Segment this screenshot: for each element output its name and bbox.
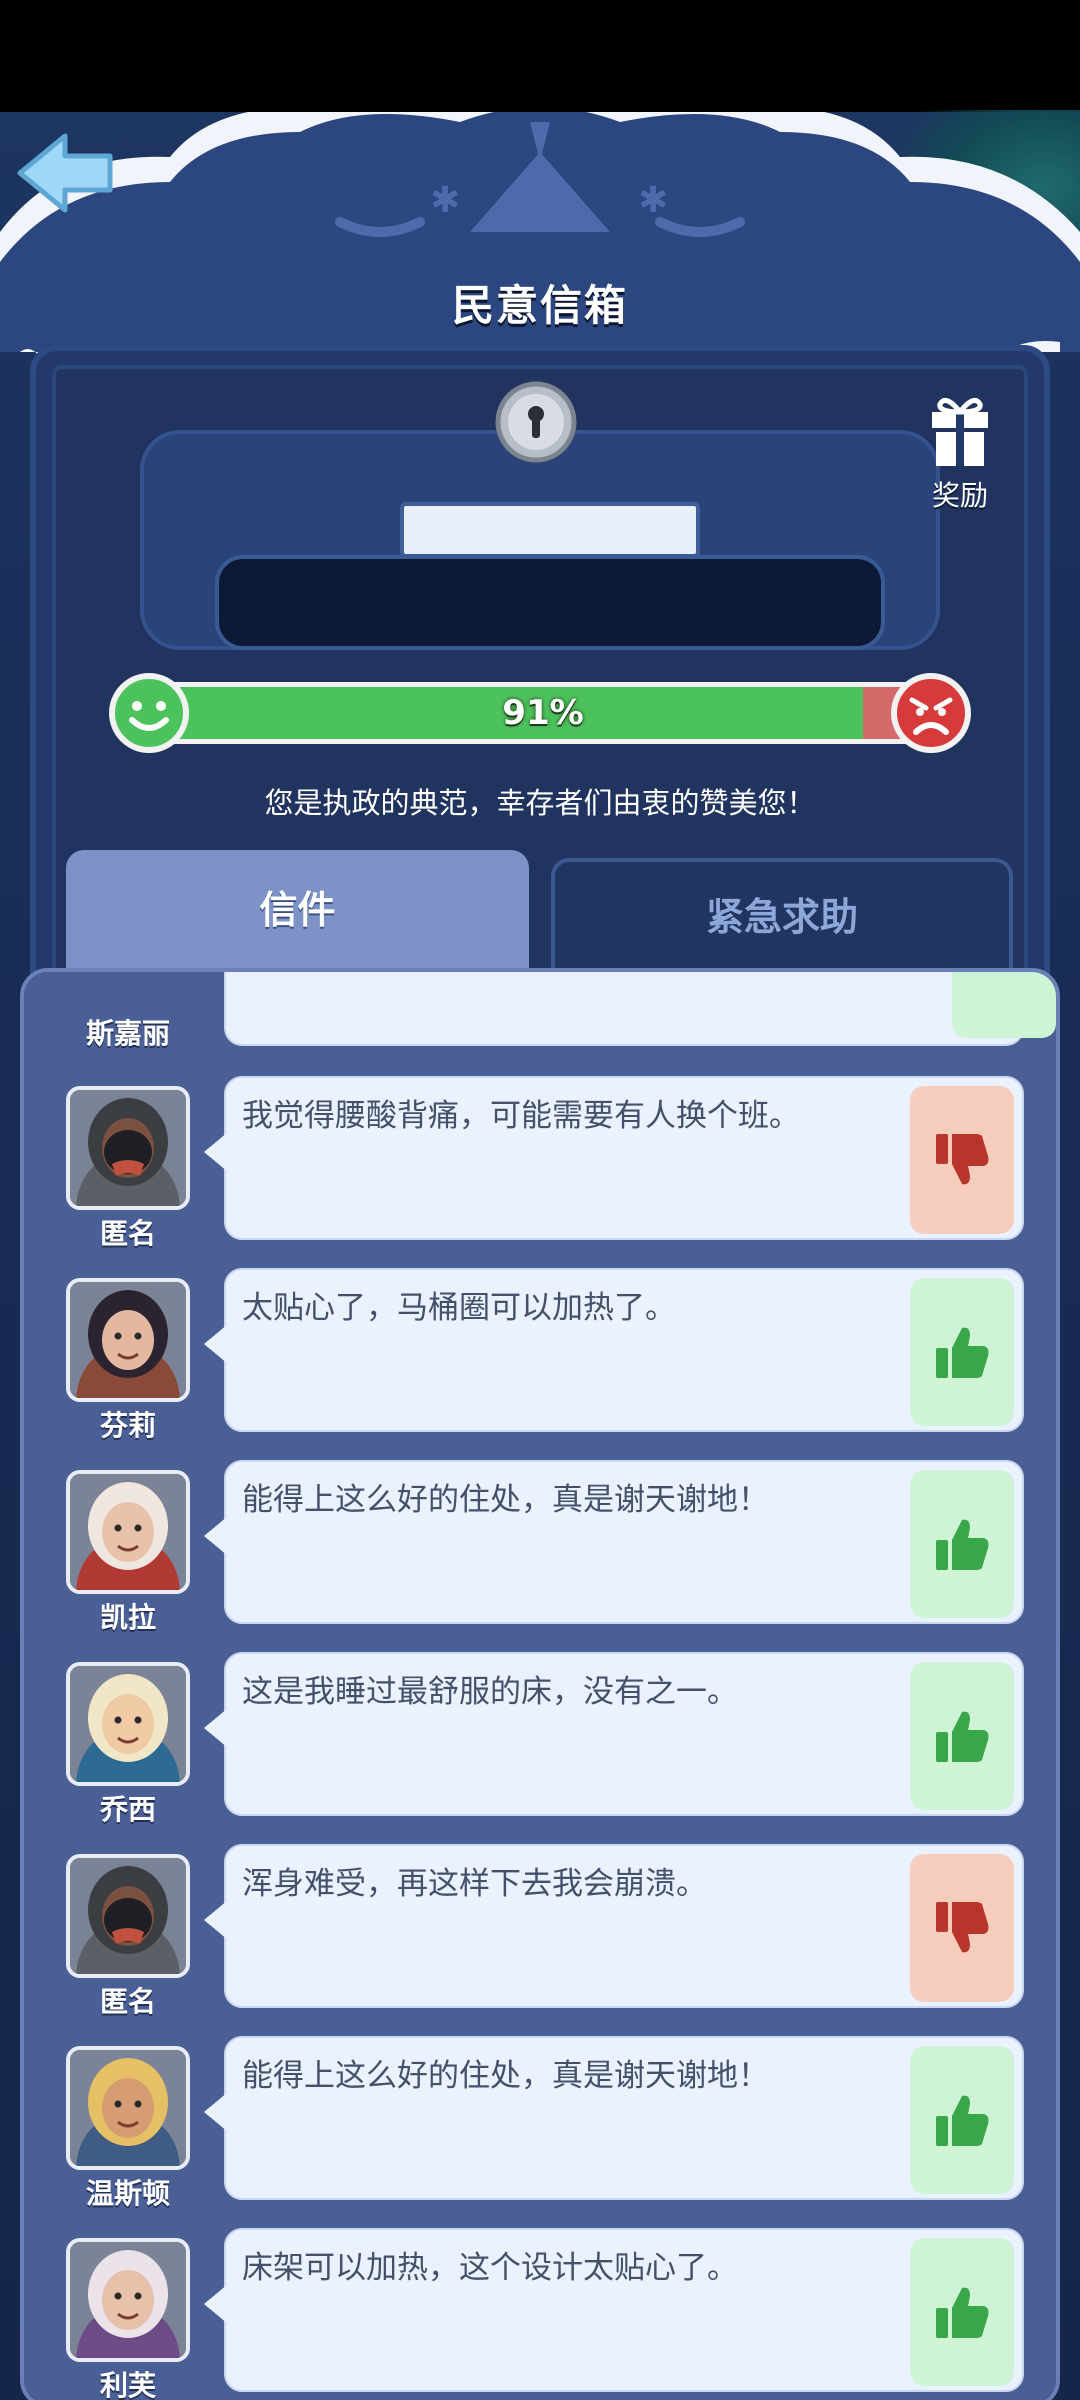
sender-name: 乔西 — [99, 1793, 156, 1826]
avatar — [66, 2238, 190, 2362]
message-text: 床架可以加热，这个设计太贴心了。 — [242, 2250, 738, 2286]
sender-name: 匿名 — [99, 1985, 156, 2018]
thumbs-down-button[interactable] — [910, 1854, 1014, 2002]
status-bar — [0, 0, 1080, 112]
message-bubble: 太贴心了，马桶圈可以加热了。 — [204, 1268, 1024, 1432]
message-text: 我觉得腰酸背痛，可能需要有人换个班。 — [242, 1098, 800, 1134]
reward-label: 奖励 — [931, 479, 988, 512]
thumbs-up-button[interactable] — [910, 2046, 1014, 2194]
sender-name: 芬莉 — [99, 1409, 156, 1442]
avatar — [66, 1854, 190, 1978]
list-item: 温斯顿 能得上这么好的住处，真是谢天谢地！ — [24, 2036, 1056, 2210]
message-bubble — [224, 972, 1024, 1046]
list-item: 乔西 这是我睡过最舒服的床，没有之一。 — [24, 1652, 1056, 1826]
letters-list[interactable]: 斯嘉丽 匿名 我觉得腰酸背痛，可能需要有人换个班。芬莉 太贴心了，马桶圈可以加热了。… — [20, 968, 1060, 2400]
back-button[interactable] — [10, 128, 120, 218]
bubble-tail — [204, 1708, 228, 1748]
approval-percent: 91% — [502, 693, 584, 733]
thumbs-up-icon — [936, 2095, 989, 2146]
avatar — [66, 1086, 190, 1210]
letter-slot — [215, 555, 885, 650]
message-text: 能得上这么好的住处，真是谢天谢地！ — [242, 1482, 769, 1518]
message-bubble: 这是我睡过最舒服的床，没有之一。 — [204, 1652, 1024, 1816]
bubble-tail — [204, 1324, 228, 1364]
happy-face-icon — [109, 673, 189, 753]
list-item: 利芙 床架可以加热，这个设计太贴心了。 — [24, 2228, 1056, 2400]
sender-name: 凯拉 — [99, 1601, 156, 1634]
thumbs-up-button[interactable] — [910, 1662, 1014, 1810]
slot-nameplate — [400, 502, 700, 558]
avatar — [66, 1278, 190, 1402]
keyhole-lock-icon — [495, 381, 577, 463]
approval-caption: 您是执政的典范，幸存者们由衷的赞美您！ — [264, 786, 816, 820]
list-item: 匿名 我觉得腰酸背痛，可能需要有人换个班。 — [24, 1076, 1056, 1250]
thumbs-up-icon — [936, 1327, 989, 1378]
bubble-tail — [204, 1516, 228, 1556]
message-text: 这是我睡过最舒服的床，没有之一。 — [242, 1674, 738, 1710]
bubble-tail — [204, 1132, 228, 1172]
svg-text:✱: ✱ — [430, 180, 460, 221]
list-item: 匿名 浑身难受，再这样下去我会崩溃。 — [24, 1844, 1056, 2018]
reward-button[interactable]: 奖励 — [910, 390, 1010, 512]
sender-name: 斯嘉丽 — [85, 1017, 170, 1050]
message-bubble: 能得上这么好的住处，真是谢天谢地！ — [204, 2036, 1024, 2200]
sender-name: 匿名 — [99, 1217, 156, 1250]
thumbs-up-icon — [936, 2287, 989, 2338]
list-item: 凯拉 能得上这么好的住处，真是谢天谢地！ — [24, 1460, 1056, 1634]
message-bubble: 床架可以加热，这个设计太贴心了。 — [204, 2228, 1024, 2392]
thumbs-down-icon — [936, 1134, 989, 1185]
thumbs-up-icon — [936, 1519, 989, 1570]
approval-track: 91% — [148, 682, 938, 744]
back-arrow-icon — [17, 133, 113, 213]
angry-face-icon — [891, 673, 971, 753]
thumbs-up-button[interactable] — [910, 1278, 1014, 1426]
message-bubble: 能得上这么好的住处，真是谢天谢地！ — [204, 1460, 1024, 1624]
tab-letters[interactable]: 信件 — [66, 850, 529, 970]
bubble-tail — [204, 2092, 228, 2132]
message-text: 能得上这么好的住处，真是谢天谢地！ — [242, 2058, 769, 2094]
approval-meter: 91% — [108, 672, 972, 754]
tab-emergency-help[interactable]: 紧急求助 — [551, 858, 1013, 968]
thumbs-up-button[interactable] — [910, 1470, 1014, 1618]
gift-icon — [932, 397, 988, 466]
avatar — [66, 1662, 190, 1786]
thumbs-up-button[interactable] — [910, 2238, 1014, 2386]
svg-text:✱: ✱ — [638, 180, 668, 221]
thumbs-down-button[interactable] — [910, 1086, 1014, 1234]
avatar — [66, 2046, 190, 2170]
thumbs-up-icon — [936, 1711, 989, 1762]
message-bubble: 浑身难受，再这样下去我会崩溃。 — [204, 1844, 1024, 2008]
thumbs-down-icon — [936, 1902, 989, 1953]
list-item: 斯嘉丽 — [24, 972, 1056, 1052]
sender-name: 利芙 — [99, 2369, 156, 2400]
thumbs-up-button[interactable] — [952, 972, 1056, 1038]
sender-name: 温斯顿 — [85, 2177, 170, 2210]
message-text: 浑身难受，再这样下去我会崩溃。 — [242, 1866, 707, 1902]
message-text: 太贴心了，马桶圈可以加热了。 — [242, 1290, 676, 1326]
avatar — [66, 1470, 190, 1594]
message-bubble: 我觉得腰酸背痛，可能需要有人换个班。 — [204, 1076, 1024, 1240]
bubble-tail — [204, 2284, 228, 2324]
list-item: 芬莉 太贴心了，马桶圈可以加热了。 — [24, 1268, 1056, 1442]
bubble-tail — [204, 1900, 228, 1940]
mailbox-screen: ✱ ✱ 民意信箱 奖励 91% 您是执政的典范，幸存者们由衷的赞美您！ 信件 紧… — [0, 0, 1080, 2400]
page-title: 民意信箱 — [451, 281, 628, 330]
